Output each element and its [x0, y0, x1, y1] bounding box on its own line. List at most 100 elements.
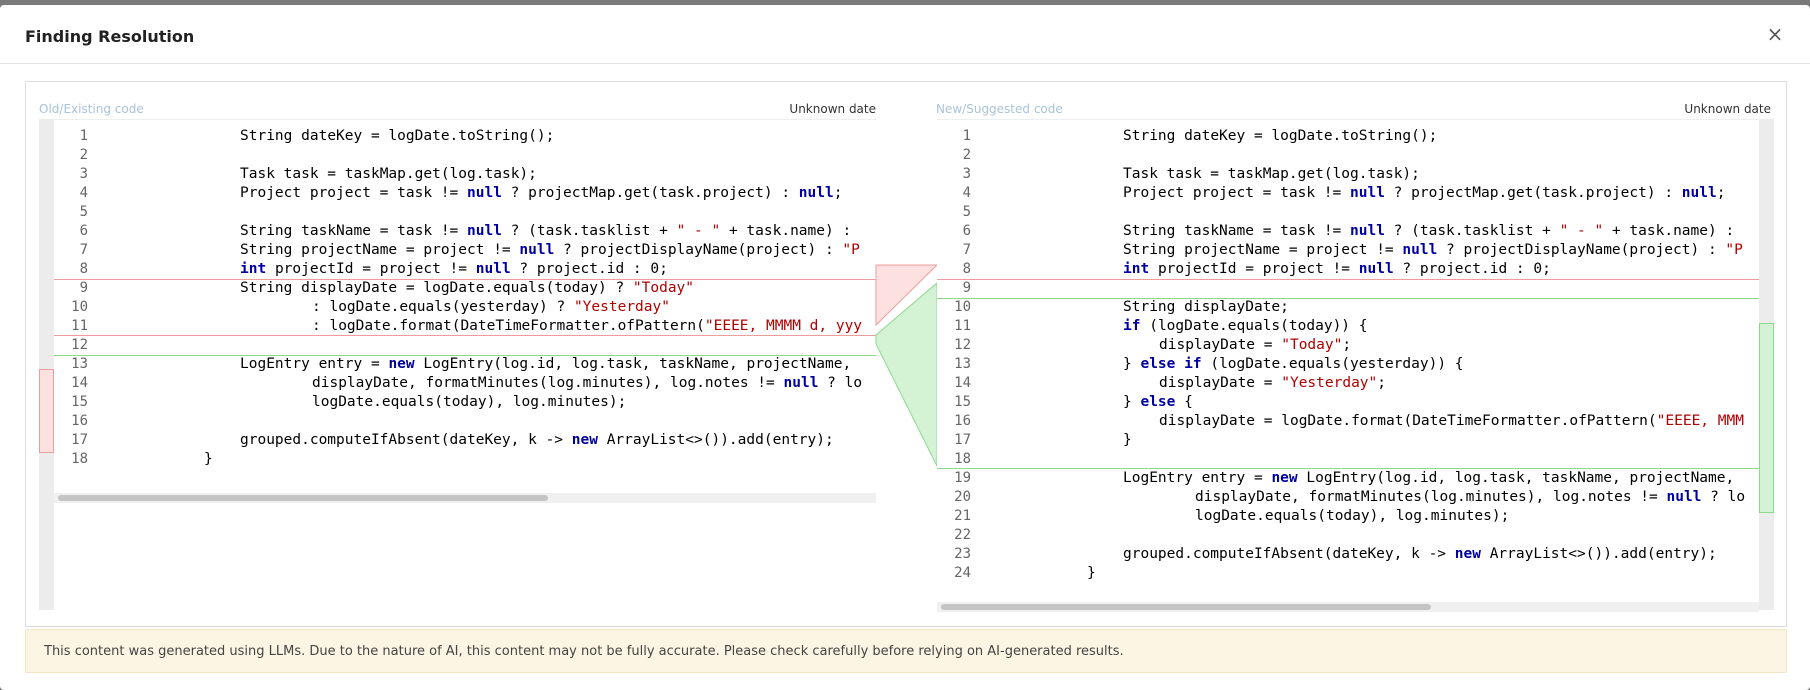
diff-viewer: Old/Existing code Unknown date 1 String d…	[25, 81, 1787, 627]
ai-disclaimer-banner: This content was generated using LLMs. D…	[25, 629, 1787, 673]
new-code-line-number: 15	[954, 394, 971, 410]
ai-disclaimer-text: This content was generated using LLMs. D…	[44, 644, 1124, 659]
finding-resolution-modal: Finding Resolution × Old/Existing code U…	[0, 5, 1810, 690]
old-code-code-line: 5	[54, 203, 876, 222]
new-code-overview-change-marker	[1759, 323, 1774, 513]
new-code-code-line: 4 Project project = task != null ? projec…	[937, 184, 1772, 203]
new-code-code-line: 3 Task task = taskMap.get(log.task);	[937, 165, 1772, 184]
new-code-code-line: 23 grouped.computeIfAbsent(dateKey, k -> …	[937, 545, 1772, 564]
new-code-line-text: Task task = taskMap.get(log.task);	[1123, 166, 1420, 182]
new-code-editor[interactable]: 1 String dateKey = logDate.toString(); 2 3 T…	[937, 119, 1772, 610]
old-code-line-number: 2	[79, 147, 88, 163]
old-code-code-line: 3 Task task = taskMap.get(log.task);	[54, 165, 876, 184]
old-code-code-line: 4 Project project = task != null ? projec…	[54, 184, 876, 203]
new-code-code-line: 15} else {	[937, 393, 1772, 412]
old-code-line-text: : logDate.equals(yesterday) ? "Yesterday…	[312, 299, 670, 315]
old-code-line-text: String dateKey = logDate.toString();	[240, 128, 555, 144]
new-code-line-number: 3	[962, 166, 971, 182]
old-code-line-number: 4	[79, 185, 88, 201]
old-code-code-line: 8 int projectId = project != null ? proje…	[54, 260, 876, 279]
old-code-line-number: 16	[71, 413, 88, 429]
new-code-line-number: 24	[954, 565, 971, 581]
old-code-line-number: 7	[79, 242, 88, 258]
new-code-code-line: 9	[937, 279, 1772, 298]
new-code-line-number: 8	[962, 261, 971, 277]
old-code-insert-marker	[54, 355, 876, 356]
new-code-horizontal-scrollbar[interactable]	[937, 602, 1759, 612]
old-code-label: Old/Existing code	[39, 102, 144, 116]
new-code-line-text: if (logDate.equals(today)) {	[1123, 318, 1368, 334]
old-code-code-line: 7 String projectName = project != null ? …	[54, 241, 876, 260]
old-code-line-number: 5	[79, 204, 88, 220]
old-code-line-number: 18	[71, 451, 88, 467]
new-code-scrollbar-thumb[interactable]	[941, 604, 1431, 610]
close-icon[interactable]: ×	[1762, 21, 1788, 47]
new-code-code-line: 1 String dateKey = logDate.toString();	[937, 127, 1772, 146]
old-code-code-line: 18}	[54, 450, 876, 469]
new-code-line-number: 12	[954, 337, 971, 353]
old-code-code-line: 12	[54, 336, 876, 355]
new-code-code-line: 19 LogEntry entry = new LogEntry(log.id, …	[937, 469, 1772, 488]
new-code-line-number: 22	[954, 527, 971, 543]
new-code-line-text: displayDate, formatMinutes(log.minutes),…	[1195, 489, 1746, 505]
new-code-line-text: } else if (logDate.equals(yesterday)) {	[1123, 356, 1464, 372]
old-code-line-text: grouped.computeIfAbsent(dateKey, k -> ne…	[240, 432, 834, 448]
old-code-line-text: String displayDate = logDate.equals(toda…	[240, 280, 695, 296]
old-code-code-line: 9 String displayDate = logDate.equals(tod…	[54, 279, 876, 298]
old-code-line-text: String taskName = task != null ? (task.t…	[240, 223, 852, 239]
new-code-line-text: int projectId = project != null ? projec…	[1123, 261, 1551, 277]
new-code-code-line: 5	[937, 203, 1772, 222]
old-code-line-text: }	[204, 451, 213, 467]
new-code-line-number: 17	[954, 432, 971, 448]
old-code-line-number: 11	[71, 318, 88, 334]
new-code-code-line: 2	[937, 146, 1772, 165]
new-code-code-line: 10 String displayDate;	[937, 298, 1772, 317]
old-code-line-number: 13	[71, 356, 88, 372]
new-code-line-number: 11	[954, 318, 971, 334]
new-code-code-line: 20 displayDate, formatMinutes(log.minutes…	[937, 488, 1772, 507]
old-code-line-number: 10	[71, 299, 88, 315]
old-code-code-line: 2	[54, 146, 876, 165]
new-code-code-line: 12 displayDate = "Today";	[937, 336, 1772, 355]
old-code-scrollbar-thumb[interactable]	[58, 495, 548, 501]
new-code-line-text: LogEntry entry = new LogEntry(log.id, lo…	[1123, 470, 1735, 486]
new-code-line-text: }	[1123, 432, 1132, 448]
old-code-overview-change-marker	[39, 369, 54, 453]
old-code-date: Unknown date	[789, 102, 876, 116]
old-code-line-number: 1	[79, 128, 88, 144]
modal-header: Finding Resolution ×	[0, 5, 1810, 64]
new-code-code-line: 6 String taskName = task != null ? (task.…	[937, 222, 1772, 241]
new-code-date: Unknown date	[1684, 102, 1771, 116]
new-code-code-line: 24}	[937, 564, 1772, 583]
old-code-line-text: String projectName = project != null ? p…	[240, 242, 860, 258]
old-code-code-line: 6 String taskName = task != null ? (task.…	[54, 222, 876, 241]
new-code-code-line: 11 if (logDate.equals(today)) {	[937, 317, 1772, 336]
new-code-code-line: 18	[937, 450, 1772, 469]
old-code-code-line: 15 logDate.equals(today), log.minutes);	[54, 393, 876, 412]
new-code-line-number: 7	[962, 242, 971, 258]
new-code-overview-ruler	[1759, 119, 1774, 610]
old-code-line-text: LogEntry entry = new LogEntry(log.id, lo…	[240, 356, 852, 372]
old-code-line-text: Task task = taskMap.get(log.task);	[240, 166, 537, 182]
old-code-line-number: 14	[71, 375, 88, 391]
new-code-line-number: 2	[962, 147, 971, 163]
old-code-line-number: 9	[79, 280, 88, 296]
new-code-code-line: 14 displayDate = "Yesterday";	[937, 374, 1772, 393]
old-code-line-text: : logDate.format(DateTimeFormatter.ofPat…	[312, 318, 863, 334]
new-code-delete-marker	[937, 279, 1772, 280]
new-code-line-text: String taskName = task != null ? (task.t…	[1123, 223, 1735, 239]
removed-connector-shape	[875, 264, 939, 327]
old-code-code-line: 16	[54, 412, 876, 431]
new-code-line-text: String projectName = project != null ? p…	[1123, 242, 1743, 258]
new-code-line-text: displayDate = logDate.format(DateTimeFor…	[1159, 413, 1744, 429]
old-code-line-number: 3	[79, 166, 88, 182]
new-code-line-number: 18	[954, 451, 971, 467]
old-code-line-text: logDate.equals(today), log.minutes);	[312, 394, 627, 410]
added-connector-shape	[875, 281, 938, 467]
old-code-line-number: 15	[71, 394, 88, 410]
old-code-editor[interactable]: 1 String dateKey = logDate.toString(); 2 3 T…	[54, 119, 876, 610]
new-code-line-text: displayDate = "Today";	[1159, 337, 1352, 353]
old-code-line-number: 12	[71, 337, 88, 353]
new-code-code-line: 17}	[937, 431, 1772, 450]
old-code-horizontal-scrollbar[interactable]	[54, 493, 876, 503]
